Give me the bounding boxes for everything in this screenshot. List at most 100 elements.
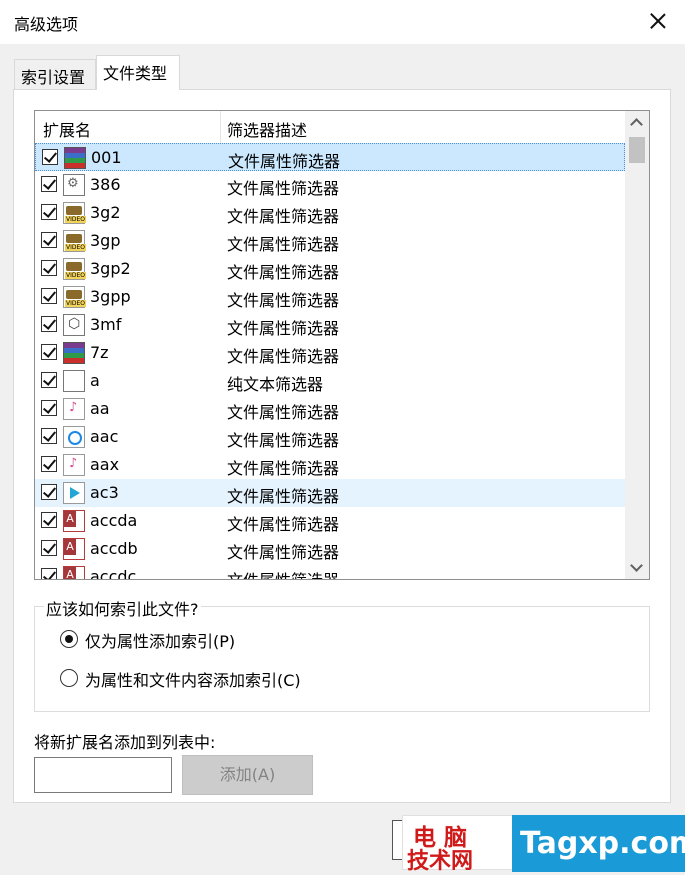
row-checkbox[interactable] bbox=[41, 428, 57, 444]
radio-index-properties-only[interactable] bbox=[60, 630, 78, 648]
watermark-brand: Tagxp.com bbox=[512, 815, 685, 872]
row-checkbox[interactable] bbox=[41, 540, 57, 556]
list-item[interactable]: 3gp 文件属性筛选器 bbox=[35, 227, 625, 255]
extension-text: ac3 bbox=[90, 483, 119, 502]
audio-file-icon bbox=[63, 398, 85, 420]
filter-description-text: 文件属性筛选器 bbox=[228, 152, 341, 171]
extension-text: accdc bbox=[90, 567, 137, 580]
scroll-up-arrow-icon[interactable] bbox=[625, 111, 649, 133]
aac-audio-icon bbox=[63, 426, 85, 448]
list-item[interactable]: a 纯文本筛选器 bbox=[35, 367, 625, 395]
watermark-line2: 技术网 bbox=[407, 849, 474, 874]
filter-description-text: 文件属性筛选器 bbox=[227, 347, 340, 366]
row-checkbox[interactable] bbox=[41, 204, 57, 220]
list-item[interactable]: accda 文件属性筛选器 bbox=[35, 507, 625, 535]
list-item[interactable]: 3mf 文件属性筛选器 bbox=[35, 311, 625, 339]
extension-text: a bbox=[90, 371, 100, 390]
archive-icon bbox=[63, 342, 85, 364]
extension-text: accdb bbox=[90, 539, 138, 558]
extension-text: accda bbox=[90, 511, 138, 530]
filter-description-text: 文件属性筛选器 bbox=[227, 515, 340, 534]
generic-file-icon bbox=[63, 370, 85, 392]
list-item[interactable]: 001 文件属性筛选器 bbox=[35, 143, 625, 171]
watermark: 电脑 技术网 Tagxp.com bbox=[402, 815, 685, 874]
3d-cube-icon bbox=[63, 314, 85, 336]
filter-description-text: 文件属性筛选器 bbox=[227, 543, 340, 562]
row-checkbox[interactable] bbox=[41, 484, 57, 500]
close-icon[interactable] bbox=[643, 6, 673, 36]
video-file-icon bbox=[63, 286, 87, 308]
row-checkbox[interactable] bbox=[41, 288, 57, 304]
column-header-extension[interactable]: 扩展名 bbox=[43, 117, 91, 141]
row-checkbox[interactable] bbox=[41, 512, 57, 528]
extension-text: 001 bbox=[91, 148, 122, 167]
list-item[interactable]: accdb 文件属性筛选器 bbox=[35, 535, 625, 563]
file-type-list[interactable]: 扩展名 筛选器描述 001 文件属性筛选器 386 文件属性筛选器 3g2 文件… bbox=[34, 110, 650, 580]
filter-description-text: 文件属性筛选器 bbox=[227, 459, 340, 478]
access-file-icon bbox=[63, 538, 85, 560]
row-checkbox[interactable] bbox=[41, 316, 57, 332]
row-checkbox[interactable] bbox=[41, 456, 57, 472]
row-checkbox[interactable] bbox=[41, 400, 57, 416]
scroll-thumb[interactable] bbox=[629, 137, 645, 163]
list-item[interactable]: 3g2 文件属性筛选器 bbox=[35, 199, 625, 227]
watermark-badge: 电脑 技术网 bbox=[402, 815, 520, 874]
filter-description-text: 文件属性筛选器 bbox=[227, 431, 340, 450]
list-item[interactable]: 3gp2 文件属性筛选器 bbox=[35, 255, 625, 283]
scroll-down-arrow-icon[interactable] bbox=[625, 557, 649, 579]
filter-description-text: 文件属性筛选器 bbox=[227, 567, 339, 579]
list-item[interactable]: ac3 文件属性筛选器 bbox=[35, 479, 625, 507]
list-item[interactable]: aax 文件属性筛选器 bbox=[35, 451, 625, 479]
add-extension-label: 将新扩展名添加到列表中: bbox=[34, 733, 216, 752]
vertical-scrollbar[interactable] bbox=[625, 111, 649, 579]
extension-text: 7z bbox=[90, 343, 109, 362]
audio-file-icon bbox=[63, 454, 85, 476]
gear-file-icon bbox=[63, 174, 85, 196]
extension-text: 3gpp bbox=[90, 287, 131, 306]
extension-text: aa bbox=[90, 399, 110, 418]
tab-file-types[interactable]: 文件类型 bbox=[96, 55, 180, 90]
list-item[interactable]: accdc 文件属性筛选器 bbox=[35, 563, 625, 580]
video-file-icon bbox=[63, 230, 87, 252]
index-options-group bbox=[34, 606, 650, 712]
list-item[interactable]: 386 文件属性筛选器 bbox=[35, 171, 625, 199]
add-button[interactable]: 添加(A) bbox=[182, 755, 313, 795]
row-checkbox[interactable] bbox=[41, 372, 57, 388]
filter-description-text: 文件属性筛选器 bbox=[227, 235, 340, 254]
radio-label-properties-and-contents[interactable]: 为属性和文件内容添加索引(C) bbox=[85, 667, 301, 691]
radio-label-properties-only[interactable]: 仅为属性添加索引(P) bbox=[85, 628, 235, 652]
filter-description-text: 文件属性筛选器 bbox=[227, 403, 340, 422]
row-checkbox[interactable] bbox=[41, 344, 57, 360]
list-item[interactable]: 3gpp 文件属性筛选器 bbox=[35, 283, 625, 311]
new-extension-input[interactable] bbox=[34, 757, 172, 793]
extension-text: 3gp2 bbox=[90, 259, 131, 278]
extension-text: aax bbox=[90, 455, 120, 474]
column-header-filter-description[interactable]: 筛选器描述 bbox=[227, 117, 307, 141]
extension-text: 3gp bbox=[90, 231, 121, 250]
row-checkbox[interactable] bbox=[41, 232, 57, 248]
list-header: 扩展名 筛选器描述 bbox=[35, 111, 625, 144]
list-item[interactable]: aac 文件属性筛选器 bbox=[35, 423, 625, 451]
row-checkbox[interactable] bbox=[41, 260, 57, 276]
radio-index-properties-and-contents[interactable] bbox=[60, 669, 78, 687]
access-file-icon bbox=[63, 566, 85, 579]
extension-text: 3mf bbox=[90, 315, 122, 334]
window-title: 高级选项 bbox=[14, 15, 79, 34]
tab-index-settings[interactable]: 索引设置 bbox=[14, 59, 96, 89]
archive-icon bbox=[64, 147, 86, 169]
list-item[interactable]: aa 文件属性筛选器 bbox=[35, 395, 625, 423]
list-item[interactable]: 7z 文件属性筛选器 bbox=[35, 339, 625, 367]
row-checkbox[interactable] bbox=[42, 149, 58, 165]
index-options-label: 应该如何索引此文件? bbox=[44, 596, 201, 620]
video-file-icon bbox=[63, 258, 87, 280]
media-play-icon bbox=[63, 482, 85, 504]
filter-description-text: 文件属性筛选器 bbox=[227, 179, 340, 198]
extension-text: 3g2 bbox=[90, 203, 121, 222]
filter-description-text: 文件属性筛选器 bbox=[227, 207, 340, 226]
filter-description-text: 纯文本筛选器 bbox=[227, 375, 324, 394]
access-file-icon bbox=[63, 510, 85, 532]
row-checkbox[interactable] bbox=[41, 176, 57, 192]
filter-description-text: 文件属性筛选器 bbox=[227, 487, 340, 506]
row-checkbox[interactable] bbox=[41, 568, 57, 579]
column-divider[interactable] bbox=[220, 111, 221, 143]
